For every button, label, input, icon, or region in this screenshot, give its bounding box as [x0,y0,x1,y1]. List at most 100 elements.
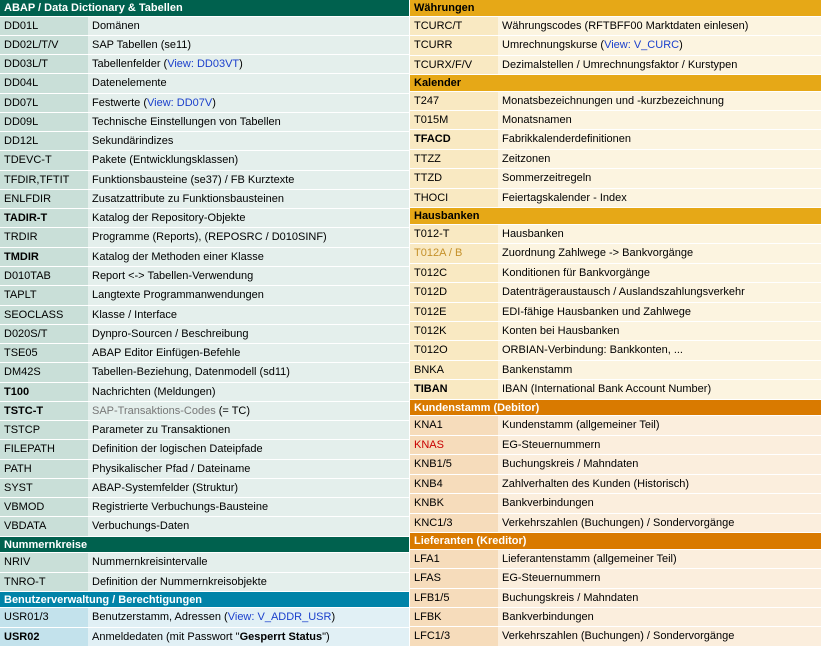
text-fragment: Zusatzattribute zu Funktionsbausteinen [92,193,284,205]
code-cell: USR02 [0,628,88,646]
desc-cell: Feiertagskalender - Index [498,189,821,207]
code-cell: TMDIR [0,248,88,266]
text-fragment: ABAP-Systemfelder (Struktur) [92,482,238,494]
code-cell: TNRO-T [0,573,88,591]
text-fragment: SAP Tabellen (se11) [92,39,191,51]
code-cell: DD04L [0,74,88,92]
code-cell: DD09L [0,113,88,131]
desc-cell: Bankverbindungen [498,494,821,512]
code-cell: T012O [410,341,498,359]
desc-cell: Zusatzattribute zu Funktionsbausteinen [88,190,409,208]
desc-cell: Kundenstamm (allgemeiner Teil) [498,416,821,434]
desc-cell: EG-Steuernummern [498,569,821,587]
code-cell: D020S/T [0,325,88,343]
table-row: LFA1Lieferantenstamm (allgemeiner Teil) [410,550,821,569]
table-row: DD03L/TTabellenfelder (View: DD03VT) [0,55,409,74]
table-row: TDEVC-TPakete (Entwicklungsklassen) [0,151,409,170]
desc-cell: Buchungskreis / Mahndaten [498,589,821,607]
table-row: KNB4Zahlverhalten des Kunden (Historisch… [410,475,821,494]
desc-cell: Dezimalstellen / Umrechnungsfaktor / Kur… [498,56,821,74]
desc-cell: Hausbanken [498,225,821,243]
text-fragment: Fabrikkalenderdefinitionen [502,133,631,145]
text-fragment: Datenelemente [92,77,167,89]
text-fragment: Funktionsbausteine (se37) / FB Kurztexte [92,174,294,186]
code-cell: T012C [410,264,498,282]
code-cell: SEOCLASS [0,306,88,324]
code-cell: TSE05 [0,344,88,362]
code-cell: USR01/3 [0,608,88,626]
text-fragment: Buchungskreis / Mahndaten [502,592,638,604]
text-fragment: Parameter zu Transaktionen [92,424,230,436]
table-row: TFACDFabrikkalenderdefinitionen [410,130,821,149]
desc-cell: IBAN (International Bank Account Number) [498,380,821,398]
code-cell: T015M [410,111,498,129]
desc-cell: ABAP Editor Einfügen-Befehle [88,344,409,362]
text-fragment: Definition der logischen Dateipfade [92,443,263,455]
text-fragment: Zuordnung Zahlwege -> Bankvorgänge [502,247,693,259]
table-row: T012OORBIAN-Verbindung: Bankkonten, ... [410,341,821,360]
table-row: D010TABReport <-> Tabellen-Verwendung [0,267,409,286]
table-row: KNASEG-Steuernummern [410,436,821,455]
code-cell: DM42S [0,363,88,381]
desc-cell: Zuordnung Zahlwege -> Bankvorgänge [498,244,821,262]
text-fragment: Währungscodes (RFTBFF00 Marktdaten einle… [502,20,748,32]
table-row: BNKABankenstamm [410,361,821,380]
table-row: TSE05ABAP Editor Einfügen-Befehle [0,344,409,363]
text-fragment: Feiertagskalender - Index [502,192,627,204]
desc-cell: Physikalischer Pfad / Dateiname [88,460,409,478]
text-fragment: Programme (Reports), (REPOSRC / D010SINF… [92,231,327,243]
text-fragment: Zeitzonen [502,153,550,165]
desc-cell: Definition der logischen Dateipfade [88,440,409,458]
table-row: KNC1/3Verkehrszahlen (Buchungen) / Sonde… [410,514,821,533]
code-cell: KNBK [410,494,498,512]
table-row: TNRO-T Definition der Nummernkreisobjekte [0,573,409,592]
text-fragment: Hausbanken [502,228,564,240]
code-cell: BNKA [410,361,498,379]
table-row: KNBKBankverbindungen [410,494,821,513]
desc-cell: Zeitzonen [498,150,821,168]
text-fragment: View: DD03VT [167,58,239,70]
code-cell: PATH [0,460,88,478]
table-row: DM42STabellen-Beziehung, Datenmodell (sd… [0,363,409,382]
text-fragment: Kundenstamm (allgemeiner Teil) [502,419,660,431]
desc-cell: Nachrichten (Meldungen) [88,383,409,401]
table-row: PATH Physikalischer Pfad / Dateiname [0,460,409,479]
table-row: DD01LDomänen [0,17,409,36]
table-row: NRIVNummernkreisintervalle [0,553,409,572]
table-row: DD12LSekundärindizes [0,132,409,151]
text-fragment: Dezimalstellen / Umrechnungsfaktor / Kur… [502,59,737,71]
code-cell: TTZD [410,169,498,187]
table-row: TADIR-TKatalog der Repository-Objekte [0,209,409,228]
table-row: DD09LTechnische Einstellungen von Tabell… [0,113,409,132]
desc-cell: Langtexte Programmanwendungen [88,286,409,304]
desc-cell: Anmeldedaten (mit Passwort "Gesperrt Sta… [88,628,409,646]
code-cell: KNA1 [410,416,498,434]
text-fragment: ) [212,97,216,109]
code-cell: TCURC/T [410,17,498,35]
table-row: LFASEG-Steuernummern [410,569,821,588]
code-cell: SYST [0,479,88,497]
desc-cell: Lieferantenstamm (allgemeiner Teil) [498,550,821,568]
desc-cell: Report <-> Tabellen-Verwendung [88,267,409,285]
desc-cell: Bankenstamm [498,361,821,379]
desc-cell: Konten bei Hausbanken [498,322,821,340]
text-fragment: Verkehrszahlen (Buchungen) / Sondervorgä… [502,630,734,642]
table-row: ENLFDIRZusatzattribute zu Funktionsbaust… [0,190,409,209]
text-fragment: IBAN (International Bank Account Number) [502,383,711,395]
text-fragment: Physikalischer Pfad / Dateiname [92,463,250,475]
table-row: DD02L/T/VSAP Tabellen (se11) [0,36,409,55]
text-fragment: Festwerte ( [92,97,147,109]
table-row: LFBKBankverbindungen [410,608,821,627]
text-fragment: View: DD07V [147,97,212,109]
table-row: T247Monatsbezeichnungen und -kurzbezeich… [410,92,821,111]
desc-cell: Datenträgeraustausch / Auslandszahlungsv… [498,283,821,301]
desc-cell: Währungscodes (RFTBFF00 Marktdaten einle… [498,17,821,35]
table-row: KNA1 Kundenstamm (allgemeiner Teil) [410,416,821,435]
text-fragment: ) [679,39,683,51]
table-row: TSTC-TSAP-Transaktions-Codes (= TC) [0,402,409,421]
table-row: FILEPATHDefinition der logischen Dateipf… [0,440,409,459]
code-cell: T012K [410,322,498,340]
table-row: TMDIRKatalog der Methoden einer Klasse [0,248,409,267]
text-fragment: Definition der Nummernkreisobjekte [92,576,267,588]
code-cell: DD01L [0,17,88,35]
